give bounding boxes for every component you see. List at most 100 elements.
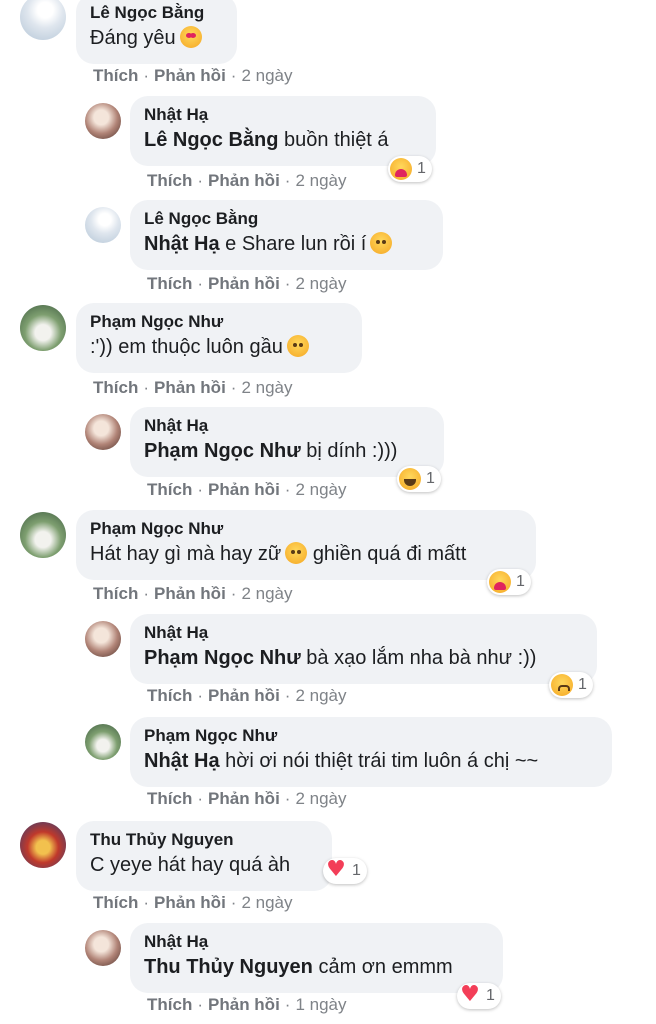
avatar[interactable]: [20, 822, 66, 868]
comment-time[interactable]: 2 ngày: [295, 480, 346, 499]
comment-time[interactable]: 2 ngày: [241, 378, 292, 397]
avatar[interactable]: [85, 207, 121, 243]
mention-tag[interactable]: Phạm Ngọc Như: [144, 647, 301, 669]
comment-bubble: Nhật Hạ Thu Thủy Nguyen cảm ơn emmm: [130, 923, 503, 993]
comment-text: Hát hay gì mà hay zữ ghiền quá đi mấtt: [90, 542, 467, 565]
reaction-badge[interactable]: 1: [457, 982, 501, 1009]
mention-tag[interactable]: Lê Ngọc Bằng: [144, 129, 278, 151]
avatar[interactable]: [85, 621, 121, 657]
comment-bubble: Nhật Hạ Phạm Ngọc Như bà xạo lắm nha bà …: [130, 614, 597, 684]
reaction-badge[interactable]: 1: [487, 569, 531, 595]
like-button[interactable]: Thích: [147, 171, 192, 190]
comment-author[interactable]: Nhật Hạ: [144, 104, 422, 126]
heart-eyes-emoji-icon: [179, 26, 202, 48]
comment-time[interactable]: 2 ngày: [241, 584, 292, 603]
comment-actions: Thích · Phản hồi · 2 ngày: [93, 66, 293, 85]
comment-actions: Thích · Phản hồi · 2 ngày: [147, 171, 347, 190]
reaction-badge[interactable]: 1: [397, 466, 441, 492]
avatar[interactable]: [85, 724, 121, 760]
reaction-count: 1: [352, 862, 361, 879]
mention-tag[interactable]: Phạm Ngọc Như: [144, 440, 301, 462]
avatar[interactable]: [20, 512, 66, 558]
reply-button[interactable]: Phản hồi: [208, 686, 280, 705]
sad-reaction-icon: [551, 674, 573, 696]
like-button[interactable]: Thích: [147, 995, 192, 1014]
reaction-badge[interactable]: 1: [323, 857, 367, 884]
reaction-count: 1: [417, 160, 426, 177]
reply-button[interactable]: Phản hồi: [208, 995, 280, 1014]
comment-bubble: Phạm Ngọc Như Hát hay gì mà hay zữ ghiền…: [76, 510, 536, 580]
comment-text: :')) em thuộc luôn gầu: [90, 333, 348, 361]
comment-bubble: Lê Ngọc Bằng Đáng yêu: [76, 0, 237, 64]
care-reaction-icon: [390, 158, 412, 180]
comment-author[interactable]: Thu Thủy Nguyen: [90, 829, 318, 851]
comment-actions: Thích · Phản hồi · 2 ngày: [147, 789, 347, 808]
comment-time[interactable]: 2 ngày: [295, 789, 346, 808]
smiling-emoji-icon: [370, 232, 393, 254]
reply-button[interactable]: Phản hồi: [208, 480, 280, 499]
reaction-badge[interactable]: 1: [388, 156, 432, 182]
comment-actions: Thích · Phản hồi · 2 ngày: [93, 378, 293, 397]
reaction-count: 1: [578, 676, 587, 693]
comment-time[interactable]: 2 ngày: [295, 171, 346, 190]
like-button[interactable]: Thích: [93, 66, 138, 85]
like-button[interactable]: Thích: [147, 789, 192, 808]
comment-author[interactable]: Nhật Hạ: [144, 622, 583, 644]
reply-button[interactable]: Phản hồi: [154, 893, 226, 912]
reaction-count: 1: [486, 987, 495, 1004]
comment-time[interactable]: 2 ngày: [295, 686, 346, 705]
mention-tag[interactable]: Thu Thủy Nguyen: [144, 956, 313, 978]
reply-button[interactable]: Phản hồi: [154, 584, 226, 603]
comment-actions: Thích · Phản hồi · 2 ngày: [93, 584, 293, 603]
reaction-count: 1: [426, 470, 435, 487]
comment-bubble: Thu Thủy Nguyen C yeye hát hay quá àh: [76, 821, 332, 891]
comment-time[interactable]: 2 ngày: [241, 66, 292, 85]
comment-bubble: Nhật Hạ Phạm Ngọc Như bị dính :))): [130, 407, 444, 477]
relieved-emoji-icon: [286, 335, 309, 357]
haha-reaction-icon: [399, 468, 421, 490]
like-button[interactable]: Thích: [93, 893, 138, 912]
avatar[interactable]: [20, 305, 66, 351]
comment-text: C yeye hát hay quá àh: [90, 854, 291, 876]
comment-text: Thu Thủy Nguyen cảm ơn emmm: [144, 956, 453, 978]
reply-button[interactable]: Phản hồi: [154, 378, 226, 397]
like-button[interactable]: Thích: [147, 686, 192, 705]
comment-time[interactable]: 2 ngày: [295, 274, 346, 293]
like-button[interactable]: Thích: [147, 274, 192, 293]
comment-text: Lê Ngọc Bằng buồn thiệt á: [144, 129, 389, 151]
comment-actions: Thích · Phản hồi · 2 ngày: [147, 686, 347, 705]
reply-button[interactable]: Phản hồi: [208, 789, 280, 808]
comment-author[interactable]: Lê Ngọc Bằng: [90, 2, 223, 24]
comment-bubble: Lê Ngọc Bằng Nhật Hạ e Share lun rồi í: [130, 200, 443, 270]
like-button[interactable]: Thích: [147, 480, 192, 499]
reply-button[interactable]: Phản hồi: [208, 274, 280, 293]
comment-text: Nhật Hạ hời ơi nói thiệt trái tim luôn á…: [144, 750, 539, 772]
comment-author[interactable]: Nhật Hạ: [144, 931, 489, 953]
reaction-badge[interactable]: 1: [549, 672, 593, 698]
comment-actions: Thích · Phản hồi · 2 ngày: [147, 274, 347, 293]
comment-bubble: Phạm Ngọc Như :')) em thuộc luôn gầu: [76, 303, 362, 373]
heart-reaction-icon: [459, 982, 481, 1007]
comment-author[interactable]: Nhật Hạ: [144, 415, 430, 437]
comment-author[interactable]: Phạm Ngọc Như: [144, 725, 598, 747]
reply-button[interactable]: Phản hồi: [154, 66, 226, 85]
avatar[interactable]: [20, 0, 66, 40]
comment-actions: Thích · Phản hồi · 2 ngày: [147, 480, 347, 499]
comment-time[interactable]: 1 ngày: [295, 995, 346, 1014]
comment-time[interactable]: 2 ngày: [241, 893, 292, 912]
like-button[interactable]: Thích: [93, 584, 138, 603]
comment-author[interactable]: Lê Ngọc Bằng: [144, 208, 429, 230]
care-reaction-icon: [489, 571, 511, 593]
avatar[interactable]: [85, 414, 121, 450]
mention-tag[interactable]: Nhật Hạ: [144, 750, 220, 772]
heart-reaction-icon: [325, 857, 347, 882]
comment-bubble: Nhật Hạ Lê Ngọc Bằng buồn thiệt á: [130, 96, 436, 166]
like-button[interactable]: Thích: [93, 378, 138, 397]
avatar[interactable]: [85, 930, 121, 966]
mention-tag[interactable]: Nhật Hạ: [144, 233, 220, 255]
reply-button[interactable]: Phản hồi: [208, 171, 280, 190]
comment-author[interactable]: Phạm Ngọc Như: [90, 311, 348, 333]
comment-actions: Thích · Phản hồi · 1 ngày: [147, 995, 347, 1014]
avatar[interactable]: [85, 103, 121, 139]
comment-author[interactable]: Phạm Ngọc Như: [90, 518, 522, 540]
